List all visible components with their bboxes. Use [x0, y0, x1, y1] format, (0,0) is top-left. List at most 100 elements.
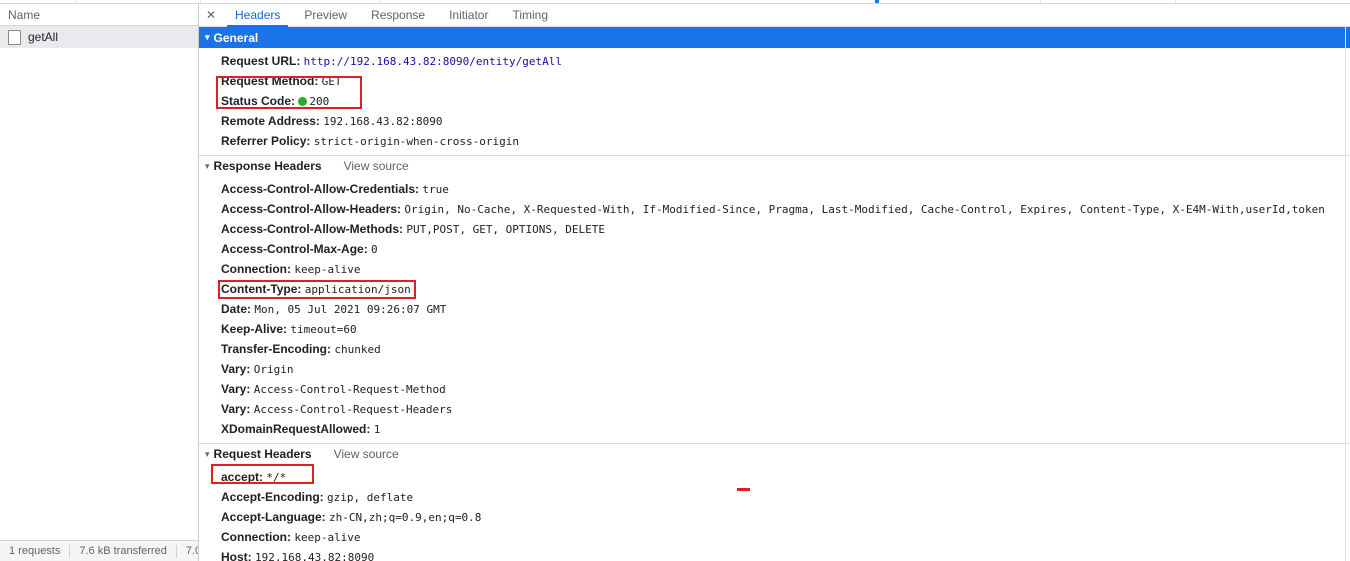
requests-list-panel: Name getAll 1 requests 7.6 kB transferre… — [0, 4, 199, 561]
network-status-bar: 1 requests 7.6 kB transferred 7.0 — [0, 540, 198, 561]
header-row: Access-Control-Allow-Methods: PUT,POST, … — [199, 219, 1350, 239]
header-name: Vary: — [221, 362, 254, 376]
header-value: 0 — [371, 243, 378, 256]
header-value: chunked — [334, 343, 381, 356]
chevron-down-icon: ▾ — [205, 448, 210, 459]
header-value: Origin — [253, 363, 294, 376]
header-row: Access-Control-Allow-Credentials: true — [199, 179, 1350, 199]
header-value: Access-Control-Request-Method — [253, 383, 446, 396]
header-row: Request Method: GET — [199, 71, 1350, 91]
header-name: Referrer Policy: — [221, 134, 314, 148]
requests-list-empty-area — [0, 48, 198, 540]
header-row: Transfer-Encoding: chunked — [199, 339, 1350, 359]
header-row: Keep-Alive: timeout=60 — [199, 319, 1350, 339]
view-source-link-response[interactable]: View source — [344, 159, 409, 173]
header-name: Access-Control-Allow-Credentials: — [221, 182, 423, 196]
header-value: 1 — [373, 423, 381, 436]
header-name: Accept-Language: — [221, 510, 330, 524]
header-name: Content-Type: — [221, 282, 305, 296]
header-value: keep-alive — [294, 531, 361, 544]
file-icon — [8, 29, 21, 45]
header-row: Accept-Language: zh-CN,zh;q=0.9,en;q=0.8 — [199, 507, 1350, 527]
header-row: Vary: Access-Control-Request-Headers — [199, 399, 1350, 419]
section-title-request-headers: Request Headers — [213, 447, 312, 461]
header-row: Connection: keep-alive — [199, 259, 1350, 279]
view-source-link-request[interactable]: View source — [334, 447, 399, 461]
header-name: Date: — [221, 302, 255, 316]
list-item[interactable]: getAll — [0, 26, 198, 48]
header-value: strict-origin-when-cross-origin — [313, 135, 520, 148]
status-ok-icon — [298, 97, 308, 106]
tab-initiator[interactable]: Initiator — [437, 4, 500, 26]
header-value: timeout=60 — [290, 323, 357, 336]
resources-size: 7.0 — [185, 545, 198, 557]
header-value: */* — [266, 471, 287, 484]
request-headers-rows: accept: */* Accept-Encoding: gzip, defla… — [199, 464, 1350, 561]
header-value: 200 — [309, 95, 330, 108]
header-row: Request URL: http://192.168.43.82:8090/e… — [199, 51, 1350, 71]
request-name: getAll — [28, 30, 59, 44]
header-value: GET — [321, 75, 342, 88]
requests-count: 1 requests — [9, 545, 61, 557]
header-name: Request Method: — [221, 74, 322, 88]
transferred-size: 7.6 kB transferred — [79, 545, 167, 557]
header-row: Vary: Origin — [199, 359, 1350, 379]
tab-response[interactable]: Response — [359, 4, 437, 26]
header-value: Mon, 05 Jul 2021 09:26:07 GMT — [254, 303, 447, 316]
header-row: Access-Control-Allow-Headers: Origin, No… — [199, 199, 1350, 219]
header-value: zh-CN,zh;q=0.9,en;q=0.8 — [329, 511, 482, 524]
header-value: keep-alive — [294, 263, 361, 276]
header-row: Host: 192.168.43.82:8090 — [199, 547, 1350, 561]
header-name: Remote Address: — [221, 114, 324, 128]
header-value: true — [422, 183, 449, 196]
header-name: Vary: — [221, 382, 254, 396]
header-value: 192.168.43.82:8090 — [323, 115, 443, 128]
header-name: Request URL: — [221, 54, 304, 68]
header-value[interactable]: http://192.168.43.82:8090/entity/getAll — [304, 55, 562, 68]
header-name: XDomainRequestAllowed: — [221, 422, 374, 436]
response-headers-rows: Access-Control-Allow-Credentials: true A… — [199, 176, 1350, 443]
requests-list: getAll — [0, 26, 198, 540]
header-name: accept: — [221, 470, 267, 484]
header-row: Content-Type: application/json — [199, 279, 1350, 299]
section-header-request-headers[interactable]: ▾ Request Headers View source — [199, 443, 1350, 464]
tab-headers[interactable]: Headers — [223, 4, 292, 27]
header-value: 192.168.43.82:8090 — [255, 551, 375, 561]
header-value: Origin, No-Cache, X-Requested-With, If-M… — [404, 203, 1325, 216]
header-name: Transfer-Encoding: — [221, 342, 335, 356]
section-title-response-headers: Response Headers — [213, 159, 322, 173]
header-name: Access-Control-Allow-Headers: — [221, 202, 405, 216]
header-name: Status Code: — [221, 94, 299, 108]
section-title-general: General — [213, 30, 259, 45]
header-row: Remote Address: 192.168.43.82:8090 — [199, 111, 1350, 131]
header-row: accept: */* — [199, 467, 1350, 487]
header-value: application/json — [304, 283, 411, 296]
header-name: Host: — [221, 550, 255, 561]
headers-content: ▾ General Request URL: http://192.168.43… — [199, 27, 1350, 561]
header-name: Access-Control-Max-Age: — [221, 242, 372, 256]
header-name: Connection: — [221, 262, 295, 276]
header-value: Access-Control-Request-Headers — [253, 403, 453, 416]
header-name: Keep-Alive: — [221, 322, 291, 336]
devtools-network-panel: Name getAll 1 requests 7.6 kB transferre… — [0, 0, 1350, 561]
header-row: Access-Control-Max-Age: 0 — [199, 239, 1350, 259]
tab-timing[interactable]: Timing — [500, 4, 560, 26]
header-name: Access-Control-Allow-Methods: — [221, 222, 407, 236]
header-name: Connection: — [221, 530, 295, 544]
header-name: Accept-Encoding: — [221, 490, 328, 504]
header-row: XDomainRequestAllowed: 1 — [199, 419, 1350, 439]
details-tabbar: ✕ Headers Preview Response Initiator Tim… — [199, 4, 1350, 27]
general-rows: Request URL: http://192.168.43.82:8090/e… — [199, 48, 1350, 155]
request-details-panel: ✕ Headers Preview Response Initiator Tim… — [199, 4, 1350, 561]
tab-preview[interactable]: Preview — [292, 4, 359, 26]
header-row: Status Code: 200 — [199, 91, 1350, 111]
header-value: gzip, deflate — [327, 491, 414, 504]
section-header-general[interactable]: ▾ General — [199, 27, 1350, 48]
section-header-response-headers[interactable]: ▾ Response Headers View source — [199, 155, 1350, 176]
close-icon[interactable]: ✕ — [199, 4, 223, 26]
header-row: Referrer Policy: strict-origin-when-cros… — [199, 131, 1350, 151]
header-row: Date: Mon, 05 Jul 2021 09:26:07 GMT — [199, 299, 1350, 319]
requests-column-header-name[interactable]: Name — [0, 4, 198, 26]
header-row: Accept-Encoding: gzip, deflate — [199, 487, 1350, 507]
header-value: PUT,POST, GET, OPTIONS, DELETE — [406, 223, 606, 236]
